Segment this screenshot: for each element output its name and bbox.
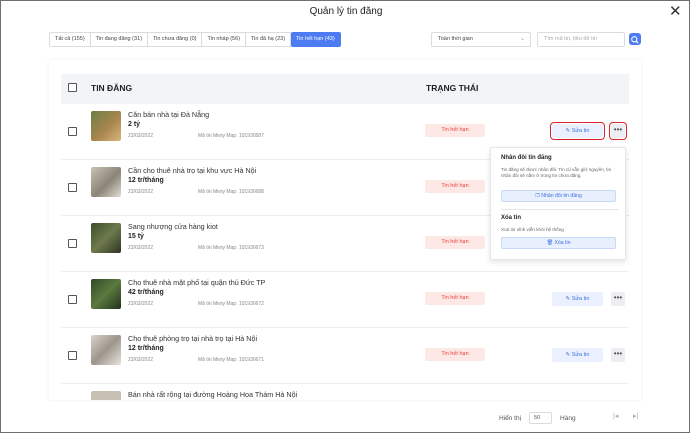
dialog-window: Quản lý tin đăng ✕ Tất cả (155) Tin đang…	[0, 0, 690, 433]
more-options-button[interactable]: •••	[609, 122, 627, 140]
last-page-icon[interactable]: ▸|	[633, 412, 638, 420]
tab-active[interactable]: Tin đang đăng (31)	[90, 32, 148, 47]
listing-price: 12 tr/tháng	[128, 345, 164, 352]
listing-thumbnail	[91, 335, 121, 365]
delete-title: Xóa tin	[501, 215, 522, 221]
listing-code: Mã tin Mexy Map: 101930671	[198, 357, 264, 363]
table-header: TIN ĐĂNG TRẠNG THÁI	[61, 74, 629, 104]
status-badge: Tin hết hạn	[425, 348, 485, 361]
column-header-status: TRẠNG THÁI	[426, 83, 479, 93]
status-badge: Tin hết hạn	[425, 292, 485, 305]
listing-price: 12 tr/tháng	[128, 177, 164, 184]
listing-date: 23/03/2022	[128, 357, 154, 363]
dialog-title: Quản lý tin đăng	[309, 6, 383, 17]
duplicate-button-label: Nhân đôi tin đăng	[541, 193, 582, 199]
more-options-button[interactable]: •••	[611, 348, 625, 362]
edit-button[interactable]: ✎ Sửa tin	[552, 292, 603, 306]
search-button[interactable]	[629, 33, 641, 45]
ellipsis-icon: •••	[613, 293, 623, 302]
listing-date: 23/03/2022	[128, 133, 154, 139]
listing-title[interactable]: Cho thuê nhà mặt phố tại quận thủ Đức TP	[128, 278, 265, 287]
search-input[interactable]: Tìm mã tin, tiêu đề tin	[537, 32, 625, 47]
chevron-down-icon: ⌄	[519, 36, 525, 42]
table-row: Bán nhà rất rộng tại đường Hoàng Hoa Thá…	[61, 384, 629, 400]
status-badge: Tin hết hạn	[425, 124, 485, 137]
duplicate-button[interactable]: ❐ Nhân đôi tin đăng	[501, 190, 616, 202]
page-size-select[interactable]: 50	[529, 412, 553, 424]
listing-date: 23/03/2022	[128, 189, 154, 195]
listing-date: 23/03/2022	[128, 301, 154, 307]
listing-thumbnail	[91, 391, 121, 400]
more-options-button[interactable]: •••	[611, 292, 625, 306]
row-checkbox[interactable]	[68, 183, 77, 192]
delete-description: Xoá tin vĩnh viễn khỏi hệ thống	[501, 227, 564, 232]
edit-button-label: Sửa tin	[571, 352, 590, 358]
close-icon[interactable]: ✕	[669, 4, 682, 19]
edit-button[interactable]: ✎ Sửa tin	[550, 122, 605, 140]
listing-title[interactable]: Cho thuê phòng trọ tại nhà trọ tại Hà Nộ…	[128, 334, 257, 343]
listing-title[interactable]: Căn bán nhà tại Đà Nẵng	[128, 110, 209, 119]
listing-price: 15 tỷ	[128, 233, 144, 240]
duplicate-description: Tin đăng sẽ được nhân đôi. Tin cũ vẫn gi…	[501, 167, 612, 178]
search-icon	[631, 36, 639, 44]
listing-price: 2 tỷ	[128, 121, 141, 128]
column-header-title: TIN ĐĂNG	[91, 83, 133, 93]
status-tabs: Tất cả (155) Tin đang đăng (31) Tin chưa…	[49, 32, 341, 47]
edit-button-label: Sửa tin	[571, 128, 590, 134]
edit-button[interactable]: ✎ Sửa tin	[552, 348, 603, 362]
pagination-bar: Hiển thị 50 Hàng	[499, 412, 576, 424]
tab-unposted[interactable]: Tin chưa đăng (0)	[147, 32, 203, 47]
row-checkbox[interactable]	[68, 351, 77, 360]
listing-title[interactable]: Bán nhà rất rộng tại đường Hoàng Hoa Thá…	[128, 390, 297, 399]
delete-button[interactable]: 🗑 Xóa tin	[501, 237, 616, 249]
listing-code: Mã tin Mexy Map: 101930673	[198, 245, 264, 251]
tab-draft[interactable]: Tin nháp (56)	[202, 32, 246, 47]
select-all-checkbox[interactable]	[68, 83, 77, 92]
time-filter-value: Toàn thời gian	[438, 36, 473, 42]
first-page-icon[interactable]: |◂	[613, 412, 618, 420]
duplicate-title: Nhân đôi tin đăng	[501, 155, 552, 161]
listing-thumbnail	[91, 167, 121, 197]
listing-code: Mã tin Mexy Map: 101930587	[198, 133, 264, 139]
row-checkbox[interactable]	[68, 239, 77, 248]
ellipsis-icon: •••	[613, 349, 623, 358]
listing-thumbnail	[91, 223, 121, 253]
listing-thumbnail	[91, 111, 121, 141]
row-checkbox[interactable]	[68, 127, 77, 136]
listing-title[interactable]: Cần cho thuê nhà trọ tại khu vực Hà Nội	[128, 166, 256, 175]
rows-label: Hàng	[560, 414, 576, 422]
more-options-popup: Nhân đôi tin đăng Tin đăng sẽ được nhân …	[490, 147, 626, 260]
tab-expired[interactable]: Tin hết hạn (43)	[291, 32, 341, 47]
listing-code: Mã tin Mexy Map: 101930688	[198, 189, 264, 195]
table-row: Cho thuê phòng trọ tại nhà trọ tại Hà Nộ…	[61, 328, 629, 384]
table-row: Cho thuê nhà mặt phố tại quận thủ Đức TP…	[61, 272, 629, 328]
listing-title[interactable]: Sang nhượng cửa hàng kiot	[128, 222, 218, 231]
listing-thumbnail	[91, 279, 121, 309]
delete-button-label: Xóa tin	[554, 240, 571, 246]
ellipsis-icon: •••	[613, 125, 623, 134]
page-size-value: 50	[534, 415, 541, 421]
show-label: Hiển thị	[499, 414, 522, 422]
tab-lowered[interactable]: Tin đã hạ (23)	[245, 32, 292, 47]
tab-all[interactable]: Tất cả (155)	[49, 32, 91, 47]
listing-date: 23/03/2022	[128, 245, 154, 251]
status-badge: Tin hết hạn	[425, 236, 485, 249]
status-badge: Tin hết hạn	[425, 180, 485, 193]
listing-code: Mã tin Mexy Map: 101930672	[198, 301, 264, 307]
listing-price: 42 tr/tháng	[128, 289, 164, 296]
edit-button-label: Sửa tin	[571, 296, 590, 302]
row-checkbox[interactable]	[68, 295, 77, 304]
time-filter-select[interactable]: Toàn thời gian ⌄	[431, 32, 531, 47]
divider	[501, 209, 619, 210]
